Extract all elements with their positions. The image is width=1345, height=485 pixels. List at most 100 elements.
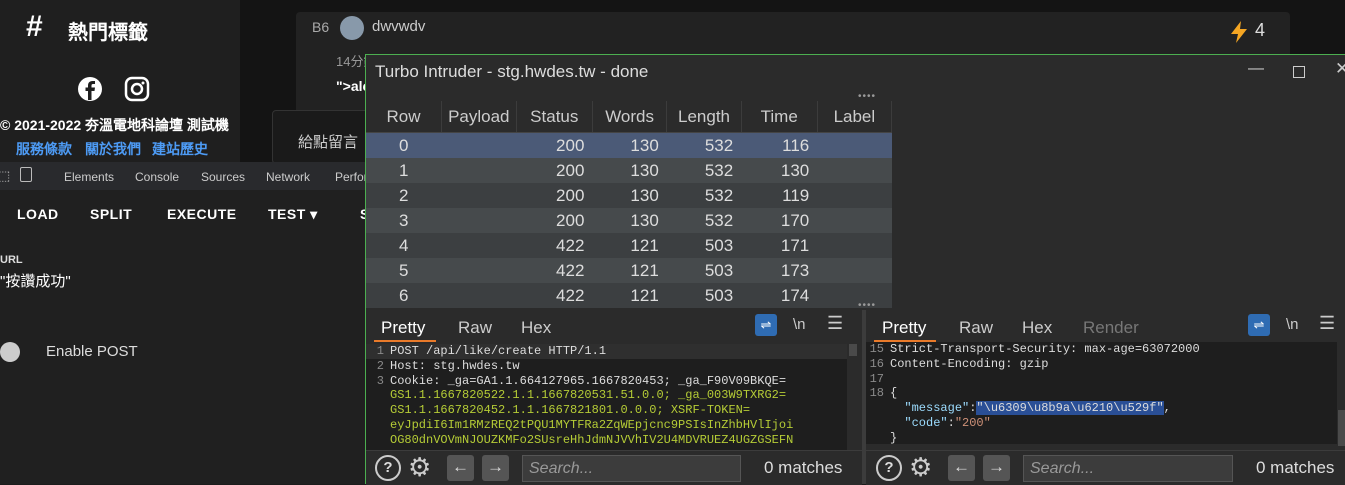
cell-payload — [441, 132, 517, 158]
response-tab-render[interactable]: Render — [1083, 318, 1139, 338]
test-dropdown-button[interactable]: TEST ▾ — [268, 206, 318, 223]
cell-length: 503 — [666, 258, 742, 283]
request-tab-pretty[interactable]: Pretty — [381, 318, 425, 338]
devtools-tab-elements[interactable]: Elements — [64, 170, 114, 184]
previous-match-icon[interactable]: ← — [447, 455, 474, 481]
table-row[interactable]: 6 422 121 503 174 — [366, 283, 892, 308]
col-header-status[interactable]: Status — [516, 101, 593, 133]
response-help-icon[interactable]: ? — [876, 455, 902, 481]
cell-status: 200 — [516, 208, 593, 233]
line-text: Content-Encoding: gzip — [890, 356, 1049, 371]
table-row[interactable]: 3 200 130 532 170 — [366, 208, 892, 233]
extension-panel — [0, 190, 366, 484]
table-row[interactable]: 5 422 121 503 173 — [366, 258, 892, 283]
wrap-lines-icon[interactable]: ⇌ — [755, 314, 777, 336]
request-active-tab-indicator — [374, 340, 436, 342]
cell-length: 532 — [666, 158, 742, 183]
response-show-newlines-toggle[interactable]: \n — [1286, 316, 1299, 333]
request-search-input[interactable]: Search... — [522, 455, 741, 482]
json-key-message: "message" — [904, 401, 970, 416]
lightning-icon[interactable] — [1229, 21, 1249, 43]
table-row[interactable]: 1 200 130 532 130 — [366, 158, 892, 183]
col-header-words[interactable]: Words — [592, 101, 668, 133]
response-tab-hex[interactable]: Hex — [1022, 318, 1052, 338]
device-toggle-icon[interactable] — [20, 167, 32, 182]
cell-label — [817, 132, 892, 158]
line-text: POST /api/like/create HTTP/1.1 — [390, 344, 607, 358]
show-newlines-toggle[interactable]: \n — [793, 316, 806, 333]
request-tab-raw[interactable]: Raw — [458, 318, 492, 338]
cell-row: 5 — [366, 258, 442, 283]
cell-payload — [441, 258, 517, 283]
post-username[interactable]: dwvwdv — [372, 18, 425, 35]
devtools-tab-sources[interactable]: Sources — [201, 170, 245, 184]
table-row[interactable]: 0 200 130 532 116 — [366, 132, 892, 158]
minimize-icon[interactable]: — — [1248, 60, 1264, 78]
close-icon[interactable]: ✕ — [1335, 59, 1345, 79]
col-header-payload[interactable]: Payload — [441, 101, 517, 133]
cell-status: 422 — [516, 233, 593, 258]
avatar[interactable] — [340, 16, 364, 40]
request-body[interactable]: 1 POST /api/like/create HTTP/1.1 2 Host: st… — [366, 344, 847, 450]
col-header-time[interactable]: Time — [741, 101, 818, 133]
enable-post-toggle[interactable] — [0, 342, 20, 362]
help-icon[interactable]: ? — [375, 455, 401, 481]
cell-time: 174 — [741, 283, 818, 308]
line-text: GS1.1.1667820522.1.1.1667820531.51.0.0; … — [390, 388, 787, 403]
next-match-icon[interactable]: → — [482, 455, 509, 481]
code-line: 1 POST /api/like/create HTTP/1.1 — [366, 344, 847, 359]
col-header-label[interactable]: Label — [817, 101, 893, 133]
table-row[interactable]: 2 200 130 532 119 — [366, 183, 892, 208]
table-row[interactable]: 4 422 121 503 171 — [366, 233, 892, 258]
response-search-input[interactable]: Search... — [1023, 455, 1233, 482]
response-previous-match-icon[interactable]: ← — [948, 455, 975, 481]
response-tab-pretty[interactable]: Pretty — [882, 318, 926, 338]
response-menu-icon[interactable]: ☰ — [1319, 313, 1335, 334]
line-text: GS1.1.1667820452.1.1.1667821801.0.0.0; X… — [390, 403, 751, 418]
devtools-tab-console[interactable]: Console — [135, 170, 179, 184]
execute-button[interactable]: EXECUTE — [167, 206, 237, 222]
instagram-icon[interactable] — [124, 76, 150, 102]
maximize-icon[interactable] — [1293, 66, 1305, 78]
history-link[interactable]: 建站歷史 — [152, 139, 208, 159]
cell-length: 532 — [666, 132, 742, 158]
load-button[interactable]: LOAD — [17, 206, 59, 222]
facebook-icon[interactable] — [77, 76, 103, 102]
inspect-icon[interactable]: ⬚ — [0, 168, 10, 184]
cell-row: 6 — [366, 283, 442, 308]
menu-icon[interactable]: ☰ — [827, 313, 843, 334]
about-link[interactable]: 關於我們 — [85, 139, 141, 159]
code-line: 15 Strict-Transport-Security: max-age=630… — [866, 342, 1337, 357]
response-body[interactable]: 15 Strict-Transport-Security: max-age=630… — [866, 342, 1337, 444]
reply-placeholder: 給點留言 — [298, 134, 359, 151]
split-button[interactable]: SPLIT — [90, 206, 132, 222]
col-header-row[interactable]: Row — [366, 101, 442, 133]
settings-gear-icon[interactable]: ⚙ — [408, 453, 431, 481]
cell-label — [817, 258, 892, 283]
code-line: OG80dnVOVmNJOUZKMFo2SUsreHhJdmNJVVhIV2U4… — [366, 433, 847, 448]
cell-words: 130 — [592, 158, 667, 183]
table-empty-area — [892, 101, 1345, 304]
line-text: eyJpdiI6Im1RMzREQ2tPQU1MYTFRa2ZqWEpjcnc9… — [390, 417, 794, 432]
request-tab-hex[interactable]: Hex — [521, 318, 551, 338]
response-tab-raw[interactable]: Raw — [959, 318, 993, 338]
enable-post-label: Enable POST — [46, 343, 138, 360]
col-header-length[interactable]: Length — [666, 101, 742, 133]
response-next-match-icon[interactable]: → — [983, 455, 1010, 481]
cell-status: 422 — [516, 258, 593, 283]
cell-label — [817, 283, 892, 308]
line-number: 17 — [869, 371, 884, 386]
response-scrollbar[interactable] — [1338, 410, 1345, 446]
request-scrollbar[interactable] — [849, 344, 857, 356]
cell-words: 130 — [592, 183, 667, 208]
devtools-tab-network[interactable]: Network — [266, 170, 310, 184]
cell-row: 4 — [366, 233, 442, 258]
line-number: 18 — [869, 386, 884, 401]
devtools-tab-performance[interactable]: Perfor — [335, 170, 368, 184]
window-title: Turbo Intruder - stg.hwdes.tw - done — [375, 62, 649, 81]
response-wrap-lines-icon[interactable]: ⇌ — [1248, 314, 1270, 336]
cell-length: 503 — [666, 233, 742, 258]
response-settings-gear-icon[interactable]: ⚙ — [909, 453, 932, 481]
table-header: Row Payload Status Words Length Time Lab… — [366, 101, 893, 133]
terms-link[interactable]: 服務條款 — [16, 139, 72, 159]
